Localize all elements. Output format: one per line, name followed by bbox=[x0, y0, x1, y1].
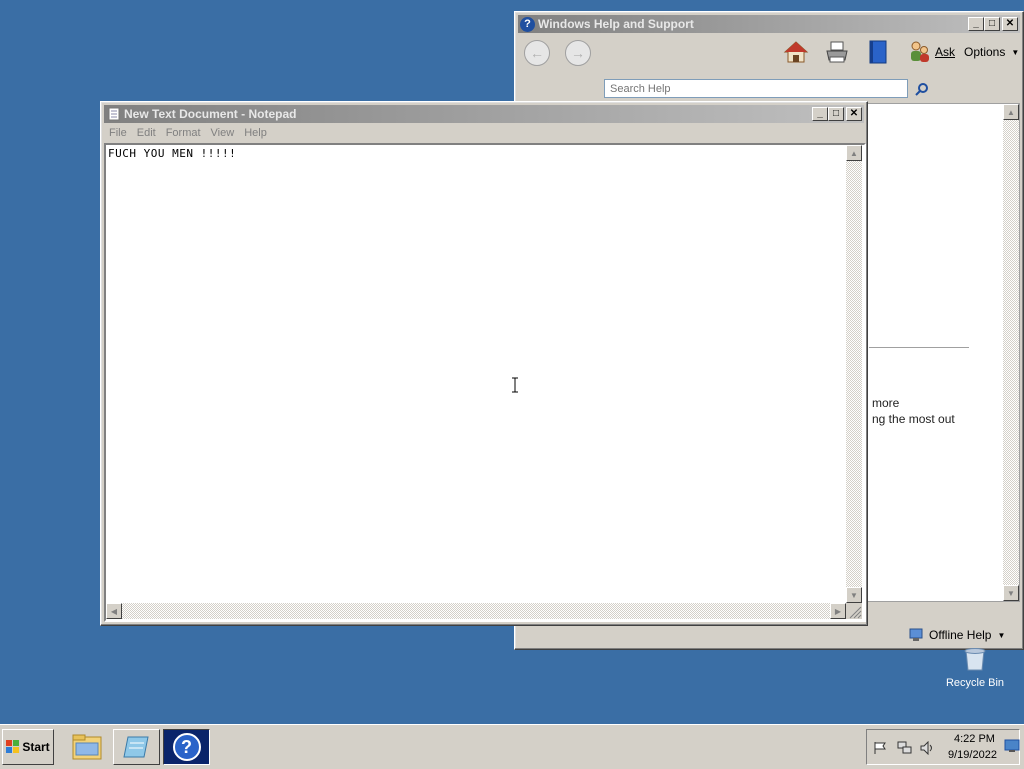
forward-arrow-icon: → bbox=[571, 45, 585, 61]
close-button[interactable]: ✕ bbox=[846, 107, 862, 121]
start-button[interactable]: Start bbox=[2, 729, 54, 765]
scroll-up-button[interactable]: ▲ bbox=[846, 145, 862, 161]
help-divider bbox=[869, 347, 969, 348]
taskbar-notepad-button[interactable] bbox=[113, 729, 160, 765]
minimize-button[interactable]: _ bbox=[812, 107, 828, 121]
notepad-text: FUCH YOU MEN !!!!! bbox=[108, 147, 237, 160]
scroll-down-button[interactable]: ▼ bbox=[1003, 585, 1019, 601]
notepad-vertical-scrollbar[interactable]: ▲ ▼ bbox=[846, 145, 862, 603]
menu-help[interactable]: Help bbox=[239, 127, 272, 139]
show-desktop-button[interactable] bbox=[1004, 739, 1020, 753]
menu-format[interactable]: Format bbox=[161, 127, 206, 139]
text-cursor-icon bbox=[512, 377, 518, 393]
options-menu[interactable]: Options ▼ bbox=[964, 45, 1019, 59]
help-window-title: Windows Help and Support bbox=[538, 17, 694, 31]
recycle-bin-desktop-icon[interactable]: Recycle Bin bbox=[940, 648, 1010, 692]
browse-help-button[interactable] bbox=[867, 39, 889, 65]
notepad-horizontal-scrollbar[interactable]: ◀ ▶ bbox=[106, 603, 846, 619]
notepad-icon bbox=[108, 107, 120, 121]
home-icon bbox=[783, 41, 809, 63]
taskbar-help-button[interactable]: ? bbox=[163, 729, 210, 765]
book-icon bbox=[869, 40, 887, 64]
search-help-input[interactable] bbox=[604, 79, 908, 98]
print-button[interactable] bbox=[824, 40, 850, 64]
notepad-titlebar[interactable]: New Text Document - Notepad _ □ ✕ bbox=[104, 105, 864, 123]
windows-logo-icon bbox=[6, 740, 20, 753]
clock-time[interactable]: 4:22 PM bbox=[954, 733, 995, 745]
scroll-left-button[interactable]: ◀ bbox=[106, 603, 122, 619]
notepad-edit-area[interactable]: FUCH YOU MEN !!!!! bbox=[104, 143, 866, 622]
resize-grip-icon bbox=[849, 606, 862, 619]
clock-date[interactable]: 9/19/2022 bbox=[948, 749, 997, 761]
help-content-line-1: more bbox=[872, 396, 900, 410]
volume-icon[interactable] bbox=[920, 740, 936, 758]
action-center-flag-icon[interactable] bbox=[873, 741, 887, 758]
offline-help-icon bbox=[909, 628, 923, 641]
help-question-icon: ? bbox=[172, 733, 201, 761]
printer-icon bbox=[826, 41, 848, 63]
forward-button[interactable]: → bbox=[565, 40, 591, 66]
system-tray: 4:22 PM 9/19/2022 bbox=[866, 729, 1020, 765]
taskbar: Start ? 4:22 PM 9/19/2022 bbox=[0, 724, 1024, 769]
menu-file[interactable]: File bbox=[104, 127, 132, 139]
maximize-button[interactable]: □ bbox=[828, 107, 844, 121]
scroll-right-button[interactable]: ▶ bbox=[830, 603, 846, 619]
offline-help-label: Offline Help bbox=[929, 628, 992, 642]
back-arrow-icon: ← bbox=[530, 45, 544, 61]
help-titlebar[interactable]: ? Windows Help and Support _ □ ✕ bbox=[518, 15, 1020, 33]
notepad-window: New Text Document - Notepad _ □ ✕ File E… bbox=[100, 101, 868, 626]
back-button[interactable]: ← bbox=[524, 40, 550, 66]
scroll-up-button[interactable]: ▲ bbox=[1003, 104, 1019, 120]
ask-label: Ask bbox=[935, 45, 956, 59]
help-question-icon: ? bbox=[520, 16, 535, 32]
offline-help-button[interactable]: Offline Help ▼ bbox=[909, 628, 1005, 642]
ask-button[interactable]: Ask bbox=[907, 40, 957, 64]
chevron-down-icon: ▼ bbox=[1011, 47, 1020, 57]
menu-edit[interactable]: Edit bbox=[132, 127, 161, 139]
recycle-bin-icon bbox=[964, 648, 986, 671]
help-content-line-2: ng the most out bbox=[872, 412, 955, 426]
search-icon bbox=[915, 82, 928, 96]
notepad-icon bbox=[122, 736, 149, 758]
show-desktop-icon bbox=[1004, 739, 1020, 752]
resize-grip[interactable] bbox=[846, 603, 862, 619]
folder-icon bbox=[72, 734, 102, 760]
notepad-window-title: New Text Document - Notepad bbox=[124, 107, 297, 121]
minimize-button[interactable]: _ bbox=[968, 17, 984, 31]
notepad-menubar: File Edit Format View Help bbox=[104, 124, 864, 142]
recycle-bin-label: Recycle Bin bbox=[945, 677, 1005, 689]
search-button[interactable] bbox=[913, 79, 931, 98]
options-label: Options bbox=[964, 45, 1006, 59]
help-home-button[interactable] bbox=[783, 40, 809, 64]
chevron-down-icon: ▼ bbox=[997, 630, 1006, 640]
help-vertical-scrollbar[interactable]: ▲ ▼ bbox=[1003, 104, 1019, 601]
close-button[interactable]: ✕ bbox=[1002, 17, 1018, 31]
network-icon[interactable] bbox=[897, 741, 913, 758]
scroll-down-button[interactable]: ▼ bbox=[846, 587, 862, 603]
maximize-button[interactable]: □ bbox=[984, 17, 1000, 31]
menu-view[interactable]: View bbox=[206, 127, 240, 139]
people-icon bbox=[911, 41, 929, 62]
taskbar-explorer-button[interactable] bbox=[64, 729, 110, 765]
start-label: Start bbox=[22, 740, 50, 754]
